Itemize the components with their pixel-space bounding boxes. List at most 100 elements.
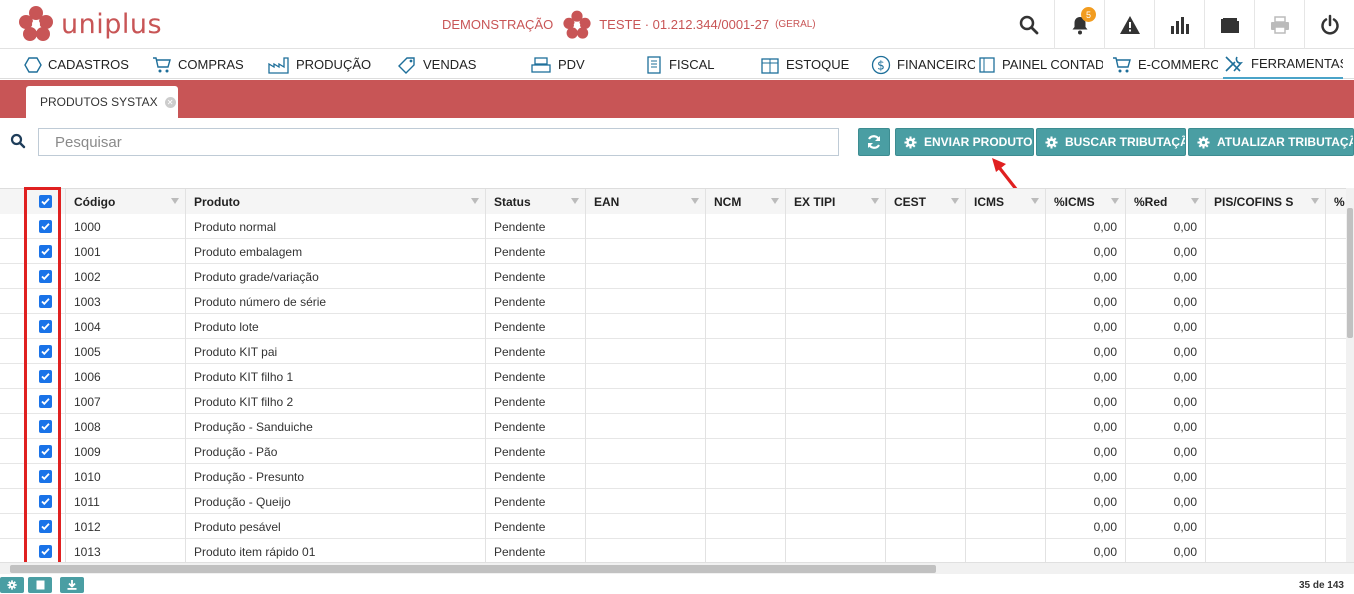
- tab-produtos-systax[interactable]: PRODUTOS SYSTAX ✕: [26, 86, 178, 118]
- chart-icon[interactable]: [1154, 0, 1204, 49]
- update-taxation-button[interactable]: ATUALIZAR TRIBUTAÇÃO: [1188, 128, 1354, 156]
- filter-icon[interactable]: [1191, 198, 1199, 204]
- menu-item-painel-contador[interactable]: PAINEL CONTADOR: [978, 50, 1103, 79]
- cell-codigo: 1004: [66, 314, 186, 339]
- column-header-ean[interactable]: EAN: [586, 189, 706, 214]
- menu-item-vendas[interactable]: VENDAS: [397, 50, 507, 79]
- scroll-thumb[interactable]: [10, 565, 936, 573]
- menu-item-producao[interactable]: PRODUÇÃO: [268, 50, 388, 79]
- warning-icon[interactable]: [1104, 0, 1154, 49]
- column-header-codigo[interactable]: Código: [66, 189, 186, 214]
- column-header-icms-pct[interactable]: %ICMS: [1046, 189, 1126, 214]
- vertical-scrollbar[interactable]: [1346, 188, 1354, 562]
- column-header-icms[interactable]: ICMS: [966, 189, 1046, 214]
- logo[interactable]: uniplus: [17, 4, 162, 44]
- refresh-button[interactable]: [858, 128, 890, 156]
- menu-item-cadastros[interactable]: CADASTROS: [24, 50, 144, 79]
- table-row[interactable]: 1001 Produto embalagem Pendente 0,00 0,00: [0, 239, 1354, 264]
- folder-icon[interactable]: [1204, 0, 1254, 49]
- filter-icon[interactable]: [771, 198, 779, 204]
- column-header-status[interactable]: Status: [486, 189, 586, 214]
- menu-item-compras[interactable]: COMPRAS: [152, 50, 262, 79]
- cell-status: Pendente: [486, 264, 586, 289]
- table-row[interactable]: 1004 Produto lote Pendente 0,00 0,00: [0, 314, 1354, 339]
- row-checkbox[interactable]: [25, 264, 66, 289]
- tab-bar: PRODUTOS SYSTAX ✕: [0, 80, 1354, 118]
- menu-item-estoque[interactable]: ESTOQUE: [760, 50, 860, 79]
- printer-icon[interactable]: [1254, 0, 1304, 49]
- row-checkbox[interactable]: [25, 539, 66, 562]
- row-checkbox[interactable]: [25, 364, 66, 389]
- column-header-cest[interactable]: CEST: [886, 189, 966, 214]
- row-checkbox[interactable]: [25, 389, 66, 414]
- row-checkbox[interactable]: [25, 314, 66, 339]
- cell-cest: [886, 464, 966, 489]
- row-checkbox[interactable]: [25, 414, 66, 439]
- table-row[interactable]: 1010 Produção - Presunto Pendente 0,00 0,00: [0, 464, 1354, 489]
- table-row[interactable]: 1007 Produto KIT filho 2 Pendente 0,00 0,00: [0, 389, 1354, 414]
- cell-ncm: [706, 389, 786, 414]
- table-row[interactable]: 1008 Produção - Sanduiche Pendente 0,00 0,00: [0, 414, 1354, 439]
- menu-item-fiscal[interactable]: FISCAL: [645, 50, 745, 79]
- filter-icon[interactable]: [691, 198, 699, 204]
- select-all-checkbox[interactable]: [25, 189, 66, 214]
- send-products-button[interactable]: ENVIAR PRODUTOS: [895, 128, 1034, 156]
- filter-icon[interactable]: [1031, 198, 1039, 204]
- cell-ean: [586, 339, 706, 364]
- table-row[interactable]: 1006 Produto KIT filho 1 Pendente 0,00 0,00: [0, 364, 1354, 389]
- bell-icon[interactable]: 5: [1054, 0, 1104, 49]
- filter-icon[interactable]: [871, 198, 879, 204]
- menu-item-ferramentas[interactable]: FERRAMENTAS: [1223, 50, 1343, 79]
- menu-item-e-commerce[interactable]: E-COMMERCE: [1112, 50, 1218, 79]
- filter-icon[interactable]: [951, 198, 959, 204]
- filter-icon[interactable]: [171, 198, 179, 204]
- cell-ean: [586, 389, 706, 414]
- horizontal-scrollbar[interactable]: [0, 562, 1354, 574]
- row-checkbox[interactable]: [25, 439, 66, 464]
- check-icon: [38, 445, 52, 458]
- search-icon[interactable]: [1004, 0, 1054, 49]
- filter-icon[interactable]: [471, 198, 479, 204]
- column-header-ncm[interactable]: NCM: [706, 189, 786, 214]
- table-row[interactable]: 1000 Produto normal Pendente 0,00 0,00: [0, 214, 1354, 239]
- power-icon[interactable]: [1304, 0, 1354, 49]
- filter-icon[interactable]: [571, 198, 579, 204]
- column-header-red[interactable]: %Red: [1126, 189, 1206, 214]
- table-row[interactable]: 1003 Produto número de série Pendente 0,00 0…: [0, 289, 1354, 314]
- row-checkbox[interactable]: [25, 339, 66, 364]
- cell-codigo: 1009: [66, 439, 186, 464]
- search-input[interactable]: [38, 128, 839, 156]
- download-button[interactable]: [60, 577, 84, 593]
- table-row[interactable]: 1009 Produção - Pão Pendente 0,00 0,00: [0, 439, 1354, 464]
- row-checkbox[interactable]: [25, 214, 66, 239]
- column-header-ex-tipi[interactable]: EX TIPI: [786, 189, 886, 214]
- close-icon[interactable]: ✕: [164, 96, 176, 108]
- table-row[interactable]: 1005 Produto KIT pai Pendente 0,00 0,00: [0, 339, 1354, 364]
- scroll-thumb[interactable]: [1347, 208, 1353, 338]
- menu-item-pdv[interactable]: PDV: [530, 50, 620, 79]
- menu-item-financeiro[interactable]: $ FINANCEIRO: [871, 50, 975, 79]
- row-checkbox[interactable]: [25, 489, 66, 514]
- filter-icon[interactable]: [1111, 198, 1119, 204]
- cell-cest: [886, 514, 966, 539]
- table-row[interactable]: 1002 Produto grade/variação Pendente 0,00 0,…: [0, 264, 1354, 289]
- row-checkbox[interactable]: [25, 514, 66, 539]
- fetch-taxation-button[interactable]: BUSCAR TRIBUTAÇÃO: [1036, 128, 1186, 156]
- cell-ex-tipi: [786, 489, 886, 514]
- table-row[interactable]: 1011 Produção - Queijo Pendente 0,00 0,00: [0, 489, 1354, 514]
- filter-icon[interactable]: [1311, 198, 1319, 204]
- row-checkbox[interactable]: [25, 289, 66, 314]
- company-name[interactable]: TESTE · 01.212.344/0001-27: [599, 17, 769, 32]
- cell-codigo: 1001: [66, 239, 186, 264]
- column-header-pis-cofins[interactable]: PIS/COFINS S: [1206, 189, 1326, 214]
- settings-button[interactable]: [0, 577, 24, 593]
- row-checkbox[interactable]: [25, 464, 66, 489]
- row-checkbox[interactable]: [25, 239, 66, 264]
- gear-icon: [7, 580, 17, 590]
- cell-cest: [886, 264, 966, 289]
- table-row[interactable]: 1012 Produto pesável Pendente 0,00 0,00: [0, 514, 1354, 539]
- table-row[interactable]: 1013 Produto item rápido 01 Pendente 0,00 0,…: [0, 539, 1354, 562]
- cell-icms-pct: 0,00: [1046, 514, 1126, 539]
- column-header-produto[interactable]: Produto: [186, 189, 486, 214]
- document-button[interactable]: [28, 577, 52, 593]
